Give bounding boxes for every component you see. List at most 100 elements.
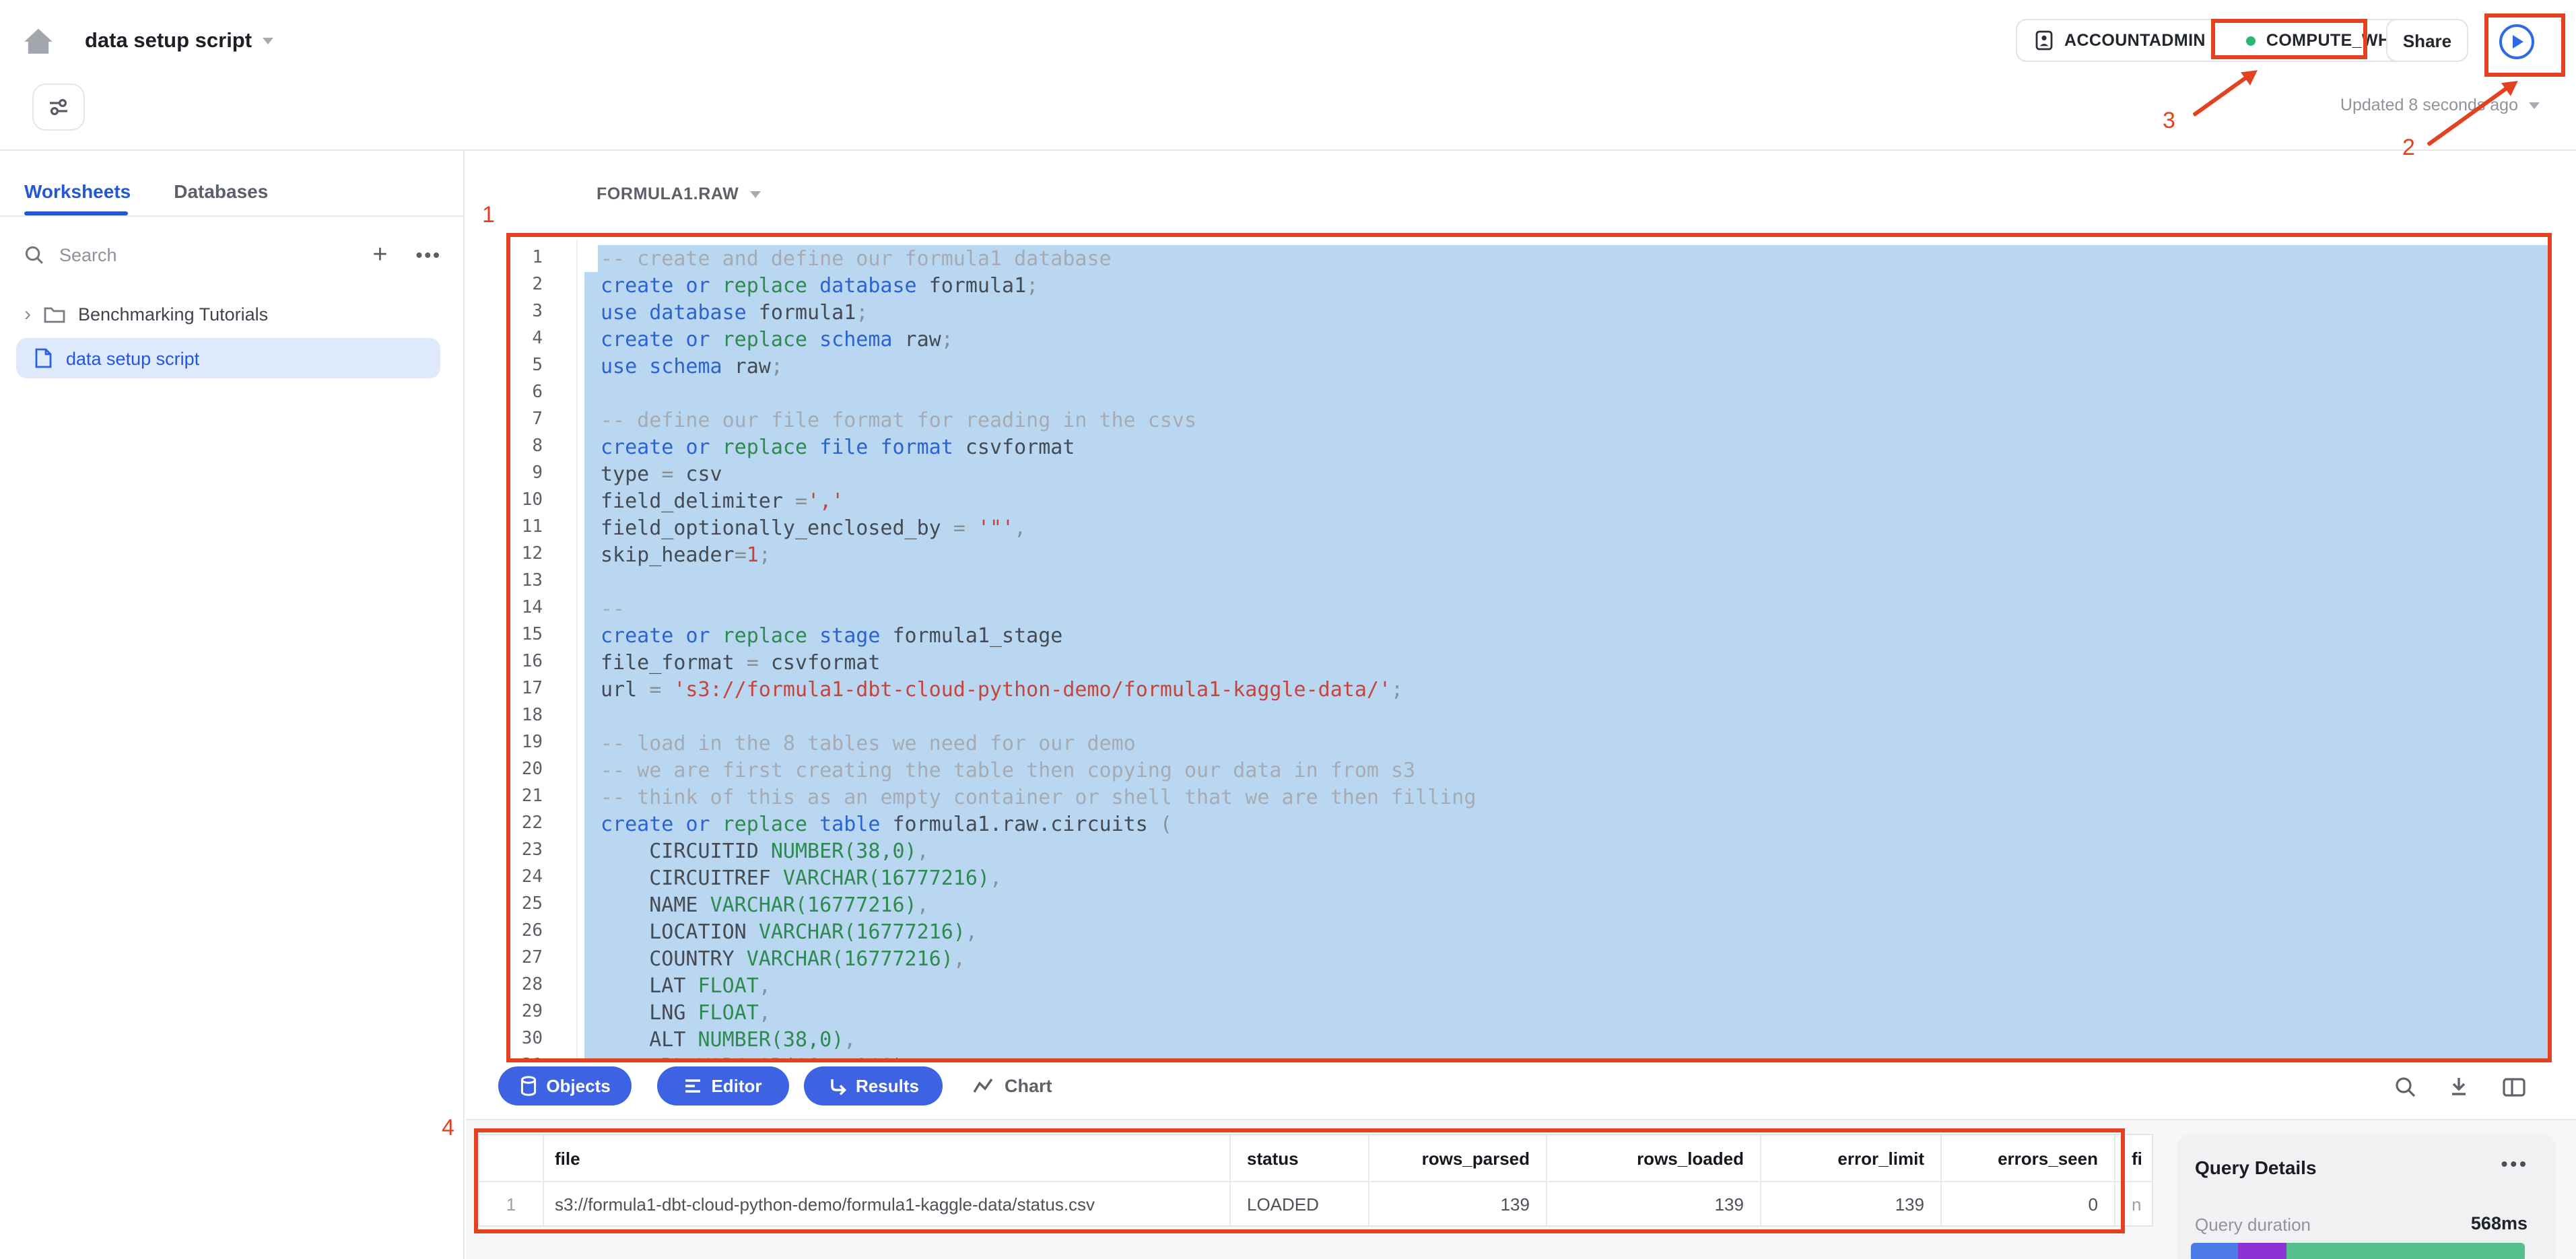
code-line: url = 's3://formula1-dbt-cloud-python-de… — [584, 676, 2548, 703]
sidebar-item-selected[interactable]: data setup script — [16, 338, 440, 378]
annotation-label-2: 2 — [2402, 135, 2415, 162]
filters-button[interactable] — [32, 83, 85, 131]
line-number: 17 — [513, 676, 543, 703]
line-number: 29 — [513, 999, 543, 1026]
search-input[interactable] — [57, 243, 360, 266]
table-cell: LOADED — [1231, 1182, 1369, 1225]
download-results-button[interactable] — [2444, 1072, 2474, 1101]
schema-context-label: FORMULA1.RAW — [597, 184, 739, 203]
column-header[interactable]: errors_seen — [1942, 1135, 2115, 1182]
query-duration-label: Query duration — [2195, 1215, 2311, 1235]
line-number: 31 — [513, 1053, 543, 1058]
column-header[interactable]: status — [1231, 1135, 1369, 1182]
editor-toggle-button[interactable]: Editor — [657, 1066, 789, 1105]
column-header[interactable]: rows_parsed — [1369, 1135, 1547, 1182]
line-number-gutter: 1234567891011121314151617181920212223242… — [513, 245, 543, 1058]
annotation-label-4: 4 — [442, 1115, 454, 1142]
home-button[interactable] — [18, 20, 58, 61]
line-number: 7 — [513, 407, 543, 434]
home-icon — [21, 24, 55, 57]
table-row[interactable]: 1s3://formula1-dbt-cloud-python-demo/for… — [479, 1182, 2152, 1225]
code-line: file_format = csvformat — [584, 649, 2548, 676]
more-options-button[interactable]: ••• — [416, 244, 442, 265]
code-line: NAME VARCHAR(16777216), — [584, 891, 2548, 918]
play-icon — [2513, 35, 2523, 48]
return-arrow-icon — [827, 1077, 846, 1095]
line-number: 30 — [513, 1026, 543, 1053]
code-line: create or replace database formula1; — [584, 272, 2548, 299]
sidebar-search-row: + ••• — [24, 237, 442, 272]
line-number: 11 — [513, 514, 543, 541]
column-header[interactable]: error_limit — [1761, 1135, 1942, 1182]
chevron-down-icon — [749, 191, 760, 198]
line-number: 1 — [513, 245, 543, 272]
code-line: create or replace table formula1.raw.cir… — [584, 811, 2548, 838]
line-number: 19 — [513, 730, 543, 757]
code-line: CIRCUITID NUMBER(38,0), — [584, 838, 2548, 864]
code-line: create or replace schema raw; — [584, 326, 2548, 353]
plus-icon: + — [372, 242, 387, 267]
column-header[interactable]: file — [544, 1135, 1231, 1182]
chart-toggle-button[interactable]: Chart — [972, 1066, 1052, 1105]
code-line: -- define our file format for reading in… — [584, 407, 2548, 434]
database-icon — [519, 1076, 537, 1096]
selected-worksheet-label: data setup script — [66, 348, 199, 368]
query-duration-bar — [2191, 1243, 2525, 1259]
table-cell: s3://formula1-dbt-cloud-python-demo/form… — [544, 1182, 1231, 1225]
sql-editor[interactable]: 1234567891011121314151617181920212223242… — [513, 240, 2548, 1058]
table-cell: 1 — [479, 1182, 544, 1225]
line-number: 3 — [513, 299, 543, 326]
column-header[interactable]: rows_loaded — [1547, 1135, 1761, 1182]
line-number: 8 — [513, 434, 543, 461]
schema-context-tab[interactable]: FORMULA1.RAW — [597, 184, 760, 203]
code-area: -- create and define our formula1 databa… — [584, 245, 2548, 1058]
line-number: 12 — [513, 541, 543, 568]
folder-icon — [43, 304, 66, 324]
table-cell: 0 — [1942, 1182, 2115, 1225]
role-label: ACCOUNTADMIN — [2064, 31, 2206, 50]
code-line: type = csv — [584, 461, 2548, 487]
updated-timestamp[interactable]: Updated 8 seconds ago — [2340, 96, 2540, 114]
line-number: 25 — [513, 891, 543, 918]
worksheet-title[interactable]: data setup script — [85, 30, 273, 54]
warehouse-label: COMPUTE_WH — [2266, 31, 2391, 50]
code-line: -- load in the 8 tables we need for our … — [584, 730, 2548, 757]
context-selector[interactable]: ACCOUNTADMIN COMPUTE_WH — [2016, 19, 2409, 62]
query-duration-value: 568ms — [2471, 1213, 2528, 1233]
table-cell: 139 — [1547, 1182, 1761, 1225]
code-line: skip_header=1; — [584, 541, 2548, 568]
warehouse-status-dot — [2246, 36, 2256, 45]
sidebar-item-folder[interactable]: › Benchmarking Tutorials — [0, 296, 463, 331]
line-number: 20 — [513, 757, 543, 784]
chevron-right-icon[interactable]: › — [24, 304, 31, 324]
share-button[interactable]: Share — [2386, 19, 2468, 62]
code-line: CIRCUITREF VARCHAR(16777216), — [584, 864, 2548, 891]
new-worksheet-button[interactable]: + — [372, 242, 387, 267]
column-header[interactable] — [479, 1135, 544, 1182]
table-cell: n — [2115, 1182, 2153, 1225]
split-view-button[interactable] — [2499, 1072, 2529, 1101]
tab-databases[interactable]: Databases — [174, 180, 268, 202]
chevron-down-icon — [263, 38, 273, 45]
line-number: 5 — [513, 353, 543, 380]
code-line: create or replace stage formula1_stage — [584, 622, 2548, 649]
results-table-header-row: filestatusrows_parsedrows_loadederror_li… — [479, 1135, 2152, 1182]
objects-toggle-button[interactable]: Objects — [498, 1066, 632, 1105]
chevron-down-icon — [2529, 102, 2540, 109]
app-window: data setup script ACCOUNTADMIN COMPUTE_ — [0, 0, 2576, 1259]
line-number: 4 — [513, 326, 543, 353]
worksheet-title-text: data setup script — [85, 30, 252, 53]
query-details-title: Query Details — [2195, 1157, 2317, 1178]
search-icon — [2394, 1075, 2416, 1098]
run-button[interactable] — [2499, 24, 2534, 59]
line-number: 24 — [513, 864, 543, 891]
results-toggle-button[interactable]: Results — [804, 1066, 943, 1105]
column-header[interactable]: fi — [2115, 1135, 2153, 1182]
query-details-menu-button[interactable]: ••• — [2501, 1153, 2529, 1174]
folder-label: Benchmarking Tutorials — [78, 304, 268, 324]
gutter-border — [576, 240, 578, 1058]
annotation-label-1: 1 — [482, 202, 495, 229]
results-search-button[interactable] — [2390, 1072, 2420, 1101]
tab-worksheets[interactable]: Worksheets — [24, 180, 131, 202]
code-line: URL VARCHAR(16777216), — [584, 1053, 2548, 1058]
